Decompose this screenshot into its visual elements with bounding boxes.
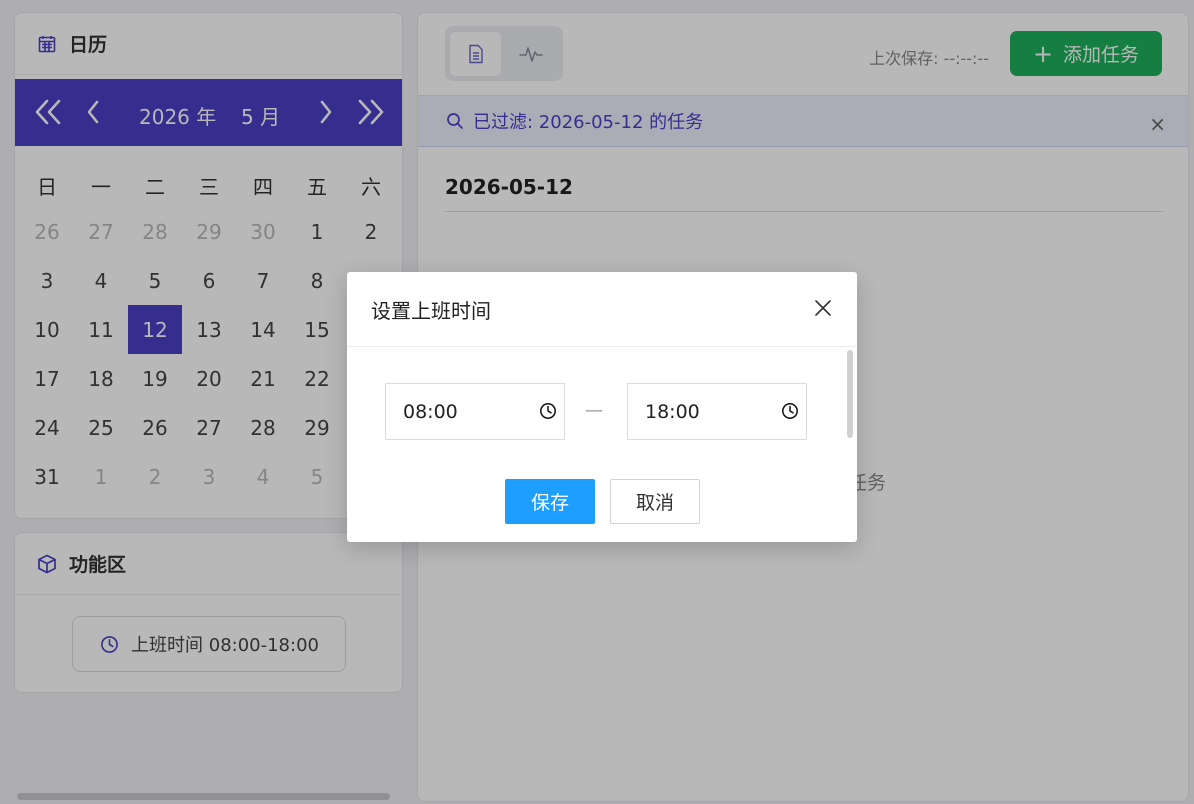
close-icon	[815, 300, 831, 316]
app-root: 日历 2026 年 5 月 日 一 二 三 四 五 六 26 27 28 29 …	[0, 0, 1194, 804]
dialog-scrollbar[interactable]	[847, 350, 853, 438]
clock-icon[interactable]	[781, 402, 799, 420]
start-time-value: 08:00	[403, 400, 458, 423]
start-time-input[interactable]: 08:00	[385, 383, 565, 440]
clock-icon[interactable]	[539, 402, 557, 420]
dialog-header: 设置上班时间	[347, 272, 857, 347]
close-button[interactable]	[813, 298, 833, 318]
end-time-value: 18:00	[645, 400, 700, 423]
dialog-title: 设置上班时间	[371, 298, 491, 323]
cancel-button[interactable]: 取消	[610, 479, 700, 524]
work-hours-dialog: 设置上班时间 08:00 — 18:00 保存 取消	[347, 272, 857, 542]
time-separator: —	[585, 400, 603, 421]
end-time-input[interactable]: 18:00	[627, 383, 807, 440]
save-button[interactable]: 保存	[505, 479, 595, 524]
